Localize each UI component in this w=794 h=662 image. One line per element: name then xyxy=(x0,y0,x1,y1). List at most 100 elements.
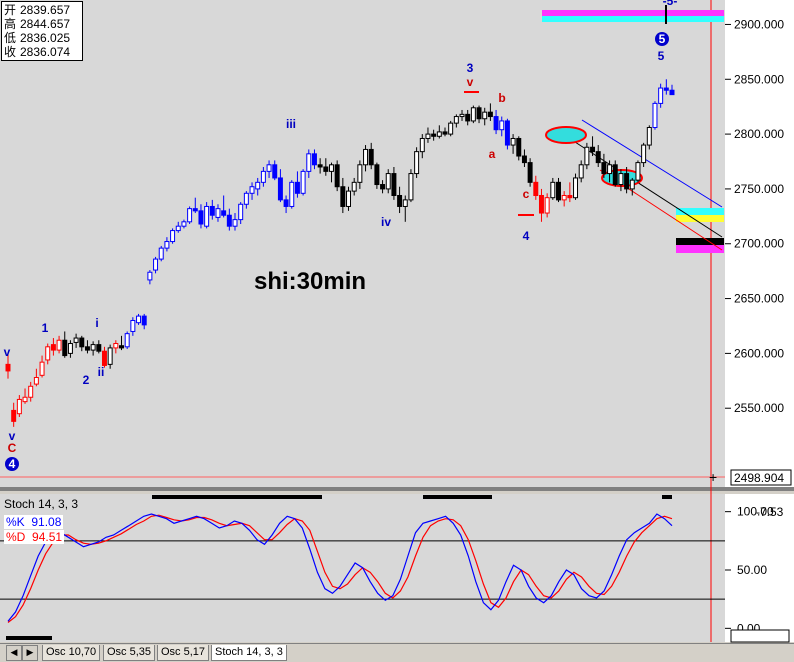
candle-body xyxy=(658,87,664,104)
wave-label: i xyxy=(95,316,98,330)
stoch-tick-label: 50.00 xyxy=(737,563,767,577)
candle-body xyxy=(561,194,567,201)
price-tick-label: 2900.000 xyxy=(734,17,784,31)
candle-body xyxy=(113,343,119,349)
candle-body xyxy=(90,344,96,351)
candle-body xyxy=(340,186,346,207)
candle-body xyxy=(436,131,442,137)
candle-body xyxy=(402,199,408,207)
candle-body xyxy=(431,133,437,137)
candle-body xyxy=(618,173,624,186)
wave-label: v xyxy=(467,75,474,89)
price-tick-label: 2850.000 xyxy=(734,72,784,86)
candle-body xyxy=(67,343,73,354)
candle-body xyxy=(289,181,295,207)
tab-scroll-right-icon[interactable]: ▶ xyxy=(22,645,38,661)
candle-body xyxy=(465,113,471,122)
candle-body xyxy=(50,344,56,351)
candle-body xyxy=(510,137,516,146)
candle-body xyxy=(141,315,147,326)
stoch-d-readout: %D 94.51 xyxy=(4,530,65,544)
stoch-k-value: 91.08 xyxy=(31,515,62,529)
candle-body xyxy=(521,155,527,164)
candle-body xyxy=(646,127,652,146)
price-tick-label: 2750.000 xyxy=(734,182,784,196)
candle-body xyxy=(595,151,601,164)
wave-label: C xyxy=(8,441,17,455)
candle-body xyxy=(419,137,425,153)
stoch-d-value: 94.51 xyxy=(32,530,63,544)
candle-body xyxy=(164,241,170,249)
crosshair-icon: + xyxy=(709,469,717,485)
candle-body xyxy=(232,219,238,227)
ohlc-box: 开 2839.657 高 2844.657 低 2836.025 收 2836.074 xyxy=(1,1,83,61)
wave-label: -5- xyxy=(663,0,678,8)
candle-body xyxy=(45,346,51,361)
wave-label: v xyxy=(4,345,11,359)
candle-body xyxy=(380,184,386,190)
tab-scroll-left-icon[interactable]: ◀ xyxy=(6,645,22,661)
candle-body xyxy=(266,164,272,172)
candle-body xyxy=(487,111,493,118)
candle-body xyxy=(39,361,45,376)
stoch-signal-bar xyxy=(152,495,322,499)
candle-body xyxy=(294,181,300,194)
candle-body xyxy=(170,230,176,243)
high-value: 2844.657 xyxy=(20,17,71,31)
candle-body xyxy=(607,164,613,175)
candle-body xyxy=(590,146,596,153)
tab-osc-5-17[interactable]: Osc 5,17 xyxy=(157,645,210,661)
candle-body xyxy=(16,398,22,415)
candle-body xyxy=(414,151,420,175)
candle-body xyxy=(499,120,505,131)
candle-body xyxy=(243,192,249,205)
stoch-k-readout: %K 91.08 xyxy=(4,515,64,529)
candle-body xyxy=(107,347,113,365)
open-label: 开 xyxy=(4,3,17,17)
low-label: 低 xyxy=(4,31,17,45)
candle-body xyxy=(516,137,522,157)
candle-body xyxy=(130,319,136,332)
stoch-last-value: -7.53 xyxy=(756,505,784,519)
candle-body xyxy=(635,162,641,181)
candle-body xyxy=(329,164,334,172)
candle-body xyxy=(397,194,403,207)
wave-label: 5 xyxy=(658,49,665,63)
candle-body xyxy=(96,344,102,352)
wave-label: 2 xyxy=(83,373,90,387)
target-zone-upper xyxy=(542,10,724,16)
candle-body xyxy=(550,181,556,199)
candle-body xyxy=(255,181,261,190)
candle-body xyxy=(56,339,62,351)
candle-body xyxy=(272,164,278,179)
tab-stoch[interactable]: Stoch 14, 3, 3 xyxy=(211,645,287,661)
candle-body xyxy=(22,396,28,403)
candle-body xyxy=(533,181,539,196)
close-value: 2836.074 xyxy=(20,45,71,59)
target-zone-low-black xyxy=(676,238,724,245)
candle-body xyxy=(204,205,210,227)
stoch-scroll-thumb xyxy=(6,636,52,640)
wave-label: c xyxy=(523,187,530,201)
stoch-last-box xyxy=(730,629,790,643)
price-tick-label: 2600.000 xyxy=(734,346,784,360)
candle-body xyxy=(277,177,283,201)
ellipse-marker-1 xyxy=(545,126,587,144)
tab-osc-5-35[interactable]: Osc 5,35 xyxy=(103,645,156,661)
stoch-title: Stoch 14, 3, 3 xyxy=(4,497,79,511)
candle-body xyxy=(84,346,90,351)
candle-body xyxy=(652,102,658,129)
wave-label: a xyxy=(489,147,496,161)
stoch-d-label: %D xyxy=(6,530,26,544)
target-zone-upper-b xyxy=(542,16,724,22)
tab-osc-10-70[interactable]: Osc 10,70 xyxy=(42,645,101,661)
candle-body xyxy=(448,122,454,135)
candle-body xyxy=(215,208,221,218)
candle-body xyxy=(306,153,312,172)
price-pane-bg xyxy=(0,0,725,487)
candle-body xyxy=(363,148,369,166)
price-tick-label: 2700.000 xyxy=(734,237,784,251)
candle-body xyxy=(317,164,323,168)
candle-body xyxy=(101,350,107,366)
candle-body xyxy=(663,87,669,91)
